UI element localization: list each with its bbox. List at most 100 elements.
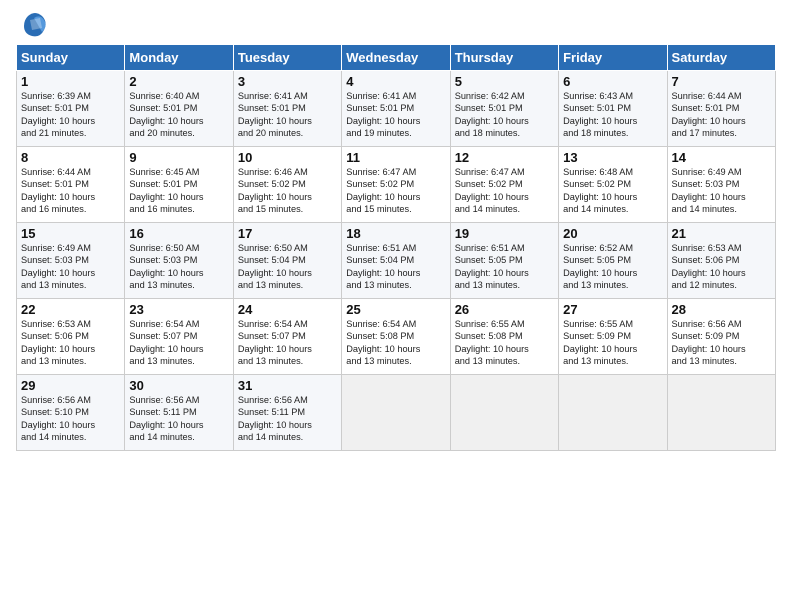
day-number: 15 xyxy=(21,226,120,241)
calendar-cell: 15Sunrise: 6:49 AM Sunset: 5:03 PM Dayli… xyxy=(17,223,125,299)
week-row-4: 29Sunrise: 6:56 AM Sunset: 5:10 PM Dayli… xyxy=(17,375,776,451)
day-number: 26 xyxy=(455,302,554,317)
day-number: 25 xyxy=(346,302,445,317)
day-number: 10 xyxy=(238,150,337,165)
cell-info: Sunrise: 6:53 AM Sunset: 5:06 PM Dayligh… xyxy=(21,318,120,368)
day-number: 21 xyxy=(672,226,771,241)
day-number: 1 xyxy=(21,74,120,89)
week-row-0: 1Sunrise: 6:39 AM Sunset: 5:01 PM Daylig… xyxy=(17,71,776,147)
day-number: 7 xyxy=(672,74,771,89)
day-number: 22 xyxy=(21,302,120,317)
header-row: SundayMondayTuesdayWednesdayThursdayFrid… xyxy=(17,45,776,71)
header xyxy=(16,10,776,40)
day-number: 23 xyxy=(129,302,228,317)
calendar-cell: 6Sunrise: 6:43 AM Sunset: 5:01 PM Daylig… xyxy=(559,71,667,147)
calendar-cell xyxy=(342,375,450,451)
cell-info: Sunrise: 6:43 AM Sunset: 5:01 PM Dayligh… xyxy=(563,90,662,140)
calendar-cell: 4Sunrise: 6:41 AM Sunset: 5:01 PM Daylig… xyxy=(342,71,450,147)
cell-info: Sunrise: 6:54 AM Sunset: 5:07 PM Dayligh… xyxy=(129,318,228,368)
calendar-table: SundayMondayTuesdayWednesdayThursdayFrid… xyxy=(16,44,776,451)
week-row-1: 8Sunrise: 6:44 AM Sunset: 5:01 PM Daylig… xyxy=(17,147,776,223)
day-number: 30 xyxy=(129,378,228,393)
calendar-cell: 25Sunrise: 6:54 AM Sunset: 5:08 PM Dayli… xyxy=(342,299,450,375)
calendar-cell: 26Sunrise: 6:55 AM Sunset: 5:08 PM Dayli… xyxy=(450,299,558,375)
header-cell-friday: Friday xyxy=(559,45,667,71)
calendar-cell: 31Sunrise: 6:56 AM Sunset: 5:11 PM Dayli… xyxy=(233,375,341,451)
day-number: 14 xyxy=(672,150,771,165)
header-cell-sunday: Sunday xyxy=(17,45,125,71)
cell-info: Sunrise: 6:56 AM Sunset: 5:11 PM Dayligh… xyxy=(238,394,337,444)
logo xyxy=(16,10,50,40)
cell-info: Sunrise: 6:49 AM Sunset: 5:03 PM Dayligh… xyxy=(21,242,120,292)
cell-info: Sunrise: 6:44 AM Sunset: 5:01 PM Dayligh… xyxy=(21,166,120,216)
calendar-cell: 9Sunrise: 6:45 AM Sunset: 5:01 PM Daylig… xyxy=(125,147,233,223)
calendar-cell: 22Sunrise: 6:53 AM Sunset: 5:06 PM Dayli… xyxy=(17,299,125,375)
calendar-cell: 14Sunrise: 6:49 AM Sunset: 5:03 PM Dayli… xyxy=(667,147,775,223)
cell-info: Sunrise: 6:53 AM Sunset: 5:06 PM Dayligh… xyxy=(672,242,771,292)
calendar-cell: 28Sunrise: 6:56 AM Sunset: 5:09 PM Dayli… xyxy=(667,299,775,375)
cell-info: Sunrise: 6:48 AM Sunset: 5:02 PM Dayligh… xyxy=(563,166,662,216)
cell-info: Sunrise: 6:49 AM Sunset: 5:03 PM Dayligh… xyxy=(672,166,771,216)
day-number: 6 xyxy=(563,74,662,89)
cell-info: Sunrise: 6:45 AM Sunset: 5:01 PM Dayligh… xyxy=(129,166,228,216)
day-number: 18 xyxy=(346,226,445,241)
calendar-cell: 7Sunrise: 6:44 AM Sunset: 5:01 PM Daylig… xyxy=(667,71,775,147)
cell-info: Sunrise: 6:56 AM Sunset: 5:09 PM Dayligh… xyxy=(672,318,771,368)
calendar-cell: 19Sunrise: 6:51 AM Sunset: 5:05 PM Dayli… xyxy=(450,223,558,299)
cell-info: Sunrise: 6:56 AM Sunset: 5:11 PM Dayligh… xyxy=(129,394,228,444)
cell-info: Sunrise: 6:55 AM Sunset: 5:09 PM Dayligh… xyxy=(563,318,662,368)
cell-info: Sunrise: 6:54 AM Sunset: 5:08 PM Dayligh… xyxy=(346,318,445,368)
calendar-cell: 3Sunrise: 6:41 AM Sunset: 5:01 PM Daylig… xyxy=(233,71,341,147)
day-number: 13 xyxy=(563,150,662,165)
cell-info: Sunrise: 6:47 AM Sunset: 5:02 PM Dayligh… xyxy=(455,166,554,216)
cell-info: Sunrise: 6:50 AM Sunset: 5:04 PM Dayligh… xyxy=(238,242,337,292)
calendar-cell xyxy=(450,375,558,451)
cell-info: Sunrise: 6:39 AM Sunset: 5:01 PM Dayligh… xyxy=(21,90,120,140)
day-number: 17 xyxy=(238,226,337,241)
header-cell-tuesday: Tuesday xyxy=(233,45,341,71)
day-number: 5 xyxy=(455,74,554,89)
week-row-3: 22Sunrise: 6:53 AM Sunset: 5:06 PM Dayli… xyxy=(17,299,776,375)
calendar-cell: 17Sunrise: 6:50 AM Sunset: 5:04 PM Dayli… xyxy=(233,223,341,299)
day-number: 24 xyxy=(238,302,337,317)
day-number: 3 xyxy=(238,74,337,89)
calendar-cell: 20Sunrise: 6:52 AM Sunset: 5:05 PM Dayli… xyxy=(559,223,667,299)
cell-info: Sunrise: 6:42 AM Sunset: 5:01 PM Dayligh… xyxy=(455,90,554,140)
cell-info: Sunrise: 6:44 AM Sunset: 5:01 PM Dayligh… xyxy=(672,90,771,140)
cell-info: Sunrise: 6:52 AM Sunset: 5:05 PM Dayligh… xyxy=(563,242,662,292)
calendar-cell: 16Sunrise: 6:50 AM Sunset: 5:03 PM Dayli… xyxy=(125,223,233,299)
calendar-cell: 1Sunrise: 6:39 AM Sunset: 5:01 PM Daylig… xyxy=(17,71,125,147)
calendar-cell: 2Sunrise: 6:40 AM Sunset: 5:01 PM Daylig… xyxy=(125,71,233,147)
calendar-cell: 10Sunrise: 6:46 AM Sunset: 5:02 PM Dayli… xyxy=(233,147,341,223)
calendar-cell: 5Sunrise: 6:42 AM Sunset: 5:01 PM Daylig… xyxy=(450,71,558,147)
day-number: 9 xyxy=(129,150,228,165)
calendar-cell: 13Sunrise: 6:48 AM Sunset: 5:02 PM Dayli… xyxy=(559,147,667,223)
day-number: 4 xyxy=(346,74,445,89)
cell-info: Sunrise: 6:41 AM Sunset: 5:01 PM Dayligh… xyxy=(238,90,337,140)
day-number: 19 xyxy=(455,226,554,241)
header-cell-thursday: Thursday xyxy=(450,45,558,71)
header-cell-wednesday: Wednesday xyxy=(342,45,450,71)
cell-info: Sunrise: 6:56 AM Sunset: 5:10 PM Dayligh… xyxy=(21,394,120,444)
cell-info: Sunrise: 6:41 AM Sunset: 5:01 PM Dayligh… xyxy=(346,90,445,140)
cell-info: Sunrise: 6:50 AM Sunset: 5:03 PM Dayligh… xyxy=(129,242,228,292)
page-container: SundayMondayTuesdayWednesdayThursdayFrid… xyxy=(0,0,792,461)
cell-info: Sunrise: 6:46 AM Sunset: 5:02 PM Dayligh… xyxy=(238,166,337,216)
week-row-2: 15Sunrise: 6:49 AM Sunset: 5:03 PM Dayli… xyxy=(17,223,776,299)
logo-icon xyxy=(20,10,50,40)
calendar-cell: 12Sunrise: 6:47 AM Sunset: 5:02 PM Dayli… xyxy=(450,147,558,223)
cell-info: Sunrise: 6:51 AM Sunset: 5:05 PM Dayligh… xyxy=(455,242,554,292)
day-number: 11 xyxy=(346,150,445,165)
day-number: 29 xyxy=(21,378,120,393)
cell-info: Sunrise: 6:40 AM Sunset: 5:01 PM Dayligh… xyxy=(129,90,228,140)
calendar-cell: 30Sunrise: 6:56 AM Sunset: 5:11 PM Dayli… xyxy=(125,375,233,451)
cell-info: Sunrise: 6:51 AM Sunset: 5:04 PM Dayligh… xyxy=(346,242,445,292)
cell-info: Sunrise: 6:55 AM Sunset: 5:08 PM Dayligh… xyxy=(455,318,554,368)
cell-info: Sunrise: 6:54 AM Sunset: 5:07 PM Dayligh… xyxy=(238,318,337,368)
calendar-cell: 11Sunrise: 6:47 AM Sunset: 5:02 PM Dayli… xyxy=(342,147,450,223)
calendar-cell: 21Sunrise: 6:53 AM Sunset: 5:06 PM Dayli… xyxy=(667,223,775,299)
day-number: 28 xyxy=(672,302,771,317)
cell-info: Sunrise: 6:47 AM Sunset: 5:02 PM Dayligh… xyxy=(346,166,445,216)
calendar-cell: 8Sunrise: 6:44 AM Sunset: 5:01 PM Daylig… xyxy=(17,147,125,223)
day-number: 8 xyxy=(21,150,120,165)
